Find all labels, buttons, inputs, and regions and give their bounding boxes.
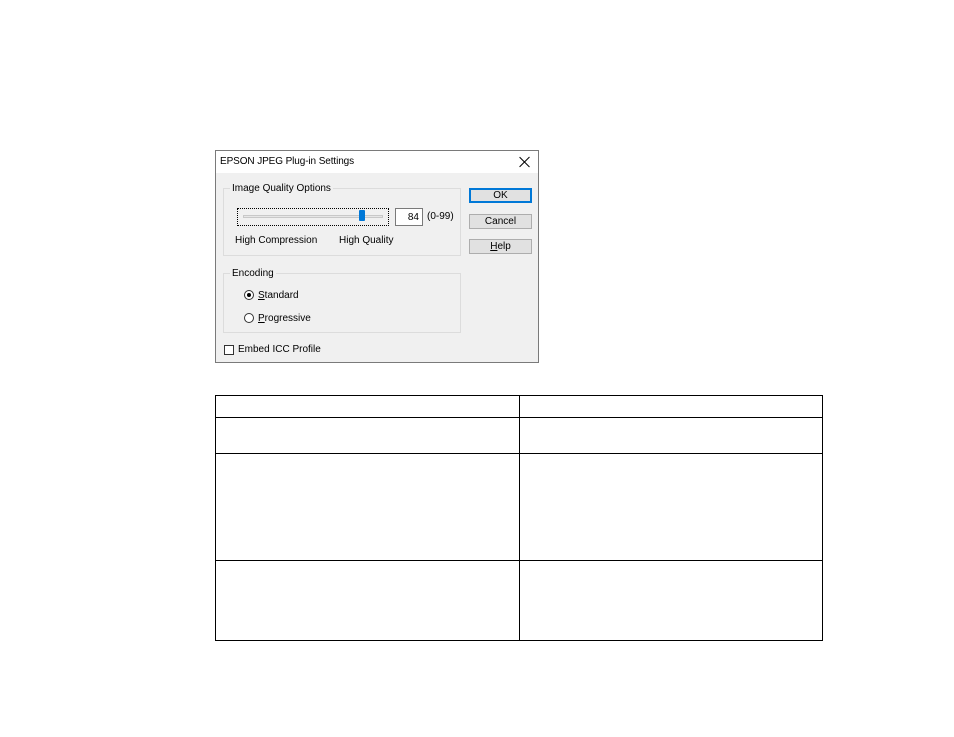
ok-button[interactable]: OK xyxy=(469,188,532,203)
table-header-cell xyxy=(215,395,520,418)
embed-icc-checkbox[interactable] xyxy=(224,344,234,355)
quality-range-label: (0-99) xyxy=(427,211,454,222)
embed-icc-row[interactable]: Embed ICC Profile xyxy=(224,344,321,355)
table-row xyxy=(215,453,823,561)
table-cell xyxy=(215,560,520,641)
quality-value-input[interactable] xyxy=(395,208,423,226)
table-header-row xyxy=(215,395,823,418)
table-cell xyxy=(215,417,520,454)
table-cell xyxy=(215,453,520,561)
settings-table xyxy=(215,395,823,641)
radio-progressive-label: Progressive xyxy=(258,312,311,324)
high-compression-label: High Compression xyxy=(235,235,318,246)
high-quality-label: High Quality xyxy=(339,235,394,246)
slider-thumb[interactable] xyxy=(358,210,365,221)
radio-progressive[interactable]: Progressive xyxy=(244,311,311,325)
table-cell xyxy=(519,417,823,454)
table-cell xyxy=(519,560,823,641)
close-icon[interactable] xyxy=(518,155,532,169)
table-row xyxy=(215,560,823,641)
radio-progressive-button[interactable] xyxy=(244,313,254,323)
table-header-cell xyxy=(519,395,823,418)
image-quality-legend: Image Quality Options xyxy=(230,183,333,194)
embed-icc-label: Embed ICC Profile xyxy=(238,344,321,355)
radio-standard-label: Standard xyxy=(258,289,299,301)
dialog-title: EPSON JPEG Plug-in Settings xyxy=(220,156,355,167)
radio-standard-button[interactable] xyxy=(244,290,254,300)
cancel-button[interactable]: Cancel xyxy=(469,214,532,229)
jpeg-settings-dialog: EPSON JPEG Plug-in Settings Image Qualit… xyxy=(215,150,539,363)
encoding-group: Encoding Standard Progressive xyxy=(223,268,461,333)
table-cell xyxy=(519,453,823,561)
table-row xyxy=(215,417,823,454)
help-button[interactable]: Help xyxy=(469,239,532,254)
encoding-legend: Encoding xyxy=(230,268,276,279)
quality-slider[interactable] xyxy=(237,208,389,226)
image-quality-group: Image Quality Options (0-99) High Compre… xyxy=(223,183,461,256)
title-bar: EPSON JPEG Plug-in Settings xyxy=(216,151,538,173)
radio-standard[interactable]: Standard xyxy=(244,288,299,302)
